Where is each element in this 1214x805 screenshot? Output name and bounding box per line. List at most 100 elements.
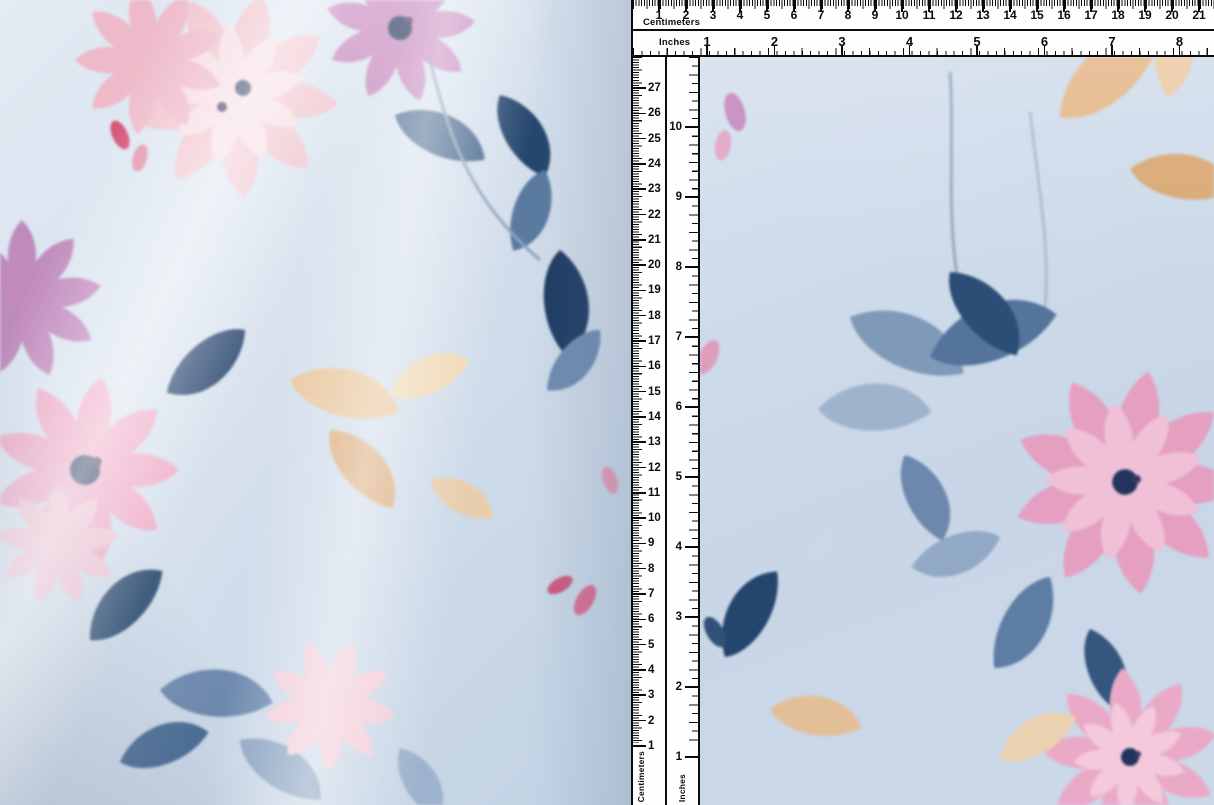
inch-major-tick xyxy=(685,196,698,198)
cm-number: 2 xyxy=(648,715,654,727)
cm-number: 21 xyxy=(648,234,661,246)
floral-print-draped-illustration xyxy=(0,0,631,805)
vertical-inches-label: Inches xyxy=(677,774,687,802)
cm-major-tick xyxy=(633,214,646,216)
cm-number: 3 xyxy=(710,8,717,22)
cm-number: 15 xyxy=(1030,8,1043,22)
cm-major-tick xyxy=(633,290,646,292)
h-inch-scale: Inches 12345678 xyxy=(633,29,1214,57)
inch-eighth-ticks xyxy=(633,51,1214,57)
cm-number: 22 xyxy=(648,209,661,221)
cm-millimeter-ticks xyxy=(633,57,639,743)
inch-number: 1 xyxy=(676,751,682,763)
vertical-ruler: 2726252423222120191817161514131211109876… xyxy=(631,57,700,805)
inch-major-tick xyxy=(685,546,698,548)
cm-major-tick xyxy=(633,315,646,317)
cm-major-tick xyxy=(633,239,646,241)
cm-major-tick xyxy=(633,669,646,671)
cm-number: 15 xyxy=(648,386,661,398)
fabric-listing-photo: Centimeters 1234567891011121314151617181… xyxy=(0,0,1214,805)
inch-number: 4 xyxy=(906,34,913,49)
inch-number: 2 xyxy=(771,34,778,49)
inch-number: 7 xyxy=(1108,34,1115,49)
cm-number: 14 xyxy=(1003,8,1016,22)
cm-major-tick xyxy=(633,467,646,469)
h-cm-scale: Centimeters 1234567891011121314151617181… xyxy=(633,0,1214,29)
horizontal-centimeters-label: Centimeters xyxy=(643,17,700,28)
cm-major-tick xyxy=(633,163,646,165)
cm-number: 18 xyxy=(648,310,661,322)
cm-number: 10 xyxy=(648,512,661,524)
cm-number: 8 xyxy=(845,8,852,22)
vertical-centimeters-label: Centimeters xyxy=(636,751,646,802)
cm-number: 12 xyxy=(949,8,962,22)
cm-number: 23 xyxy=(648,183,661,195)
cm-number: 9 xyxy=(872,8,879,22)
cm-number: 19 xyxy=(1138,8,1151,22)
cm-number: 4 xyxy=(737,8,744,22)
inch-major-tick xyxy=(685,686,698,688)
cm-number: 9 xyxy=(648,537,654,549)
cm-number: 18 xyxy=(1111,8,1124,22)
cm-major-tick xyxy=(633,366,646,368)
cm-number: 1 xyxy=(656,8,663,22)
cm-number: 25 xyxy=(648,133,661,145)
fabric-photo-flat xyxy=(700,57,1214,805)
cm-number: 12 xyxy=(648,462,661,474)
cm-major-tick xyxy=(633,694,646,696)
inch-major-tick xyxy=(685,756,698,758)
cm-number: 24 xyxy=(648,158,661,170)
cm-number: 10 xyxy=(895,8,908,22)
floral-print-flat-illustration xyxy=(700,57,1214,805)
cm-number: 5 xyxy=(648,639,654,651)
cm-major-tick xyxy=(633,543,646,545)
inch-major-tick xyxy=(685,406,698,408)
cm-millimeter-ticks xyxy=(633,0,1214,6)
inch-number: 10 xyxy=(669,121,682,133)
cm-number: 20 xyxy=(1165,8,1178,22)
v-inch-scale: 10987654321 xyxy=(666,57,698,805)
cm-number: 5 xyxy=(764,8,771,22)
cm-number: 13 xyxy=(976,8,989,22)
cm-number: 6 xyxy=(791,8,798,22)
cm-number: 7 xyxy=(818,8,825,22)
inch-major-tick xyxy=(685,266,698,268)
cm-number: 11 xyxy=(923,8,936,22)
floral-motifs xyxy=(0,0,621,805)
inch-number: 9 xyxy=(676,191,682,203)
fabric-photo-draped xyxy=(0,0,631,805)
cm-major-tick xyxy=(633,340,646,342)
inch-number: 3 xyxy=(838,34,845,49)
v-cm-scale: 2726252423222120191817161514131211109876… xyxy=(633,57,665,805)
inch-major-tick xyxy=(685,616,698,618)
cm-major-tick xyxy=(633,138,646,140)
cm-major-tick xyxy=(633,644,646,646)
inch-number: 3 xyxy=(676,611,682,623)
cm-number: 11 xyxy=(648,487,660,499)
cm-major-tick xyxy=(633,264,646,266)
cm-number: 2 xyxy=(683,8,690,22)
inch-number: 6 xyxy=(676,401,682,413)
cm-number: 26 xyxy=(648,107,661,119)
inch-number: 2 xyxy=(676,681,682,693)
cm-major-tick xyxy=(633,568,646,570)
cm-number: 17 xyxy=(1084,8,1097,22)
cm-major-tick xyxy=(633,492,646,494)
cm-number: 19 xyxy=(648,284,661,296)
cm-major-tick xyxy=(633,87,646,89)
cm-number: 4 xyxy=(648,664,654,676)
cm-major-tick xyxy=(633,416,646,418)
cm-number: 7 xyxy=(648,588,654,600)
inch-number: 4 xyxy=(676,541,682,553)
cm-number: 16 xyxy=(1057,8,1070,22)
cm-major-tick xyxy=(633,619,646,621)
inch-number: 7 xyxy=(676,331,682,343)
horizontal-inches-label: Inches xyxy=(659,37,690,48)
inch-number: 5 xyxy=(973,34,980,49)
inch-number: 5 xyxy=(676,471,682,483)
cm-major-tick xyxy=(633,517,646,519)
inch-number: 8 xyxy=(1176,34,1183,49)
inch-number: 6 xyxy=(1041,34,1048,49)
cm-number: 8 xyxy=(648,563,654,575)
cm-major-tick xyxy=(633,188,646,190)
